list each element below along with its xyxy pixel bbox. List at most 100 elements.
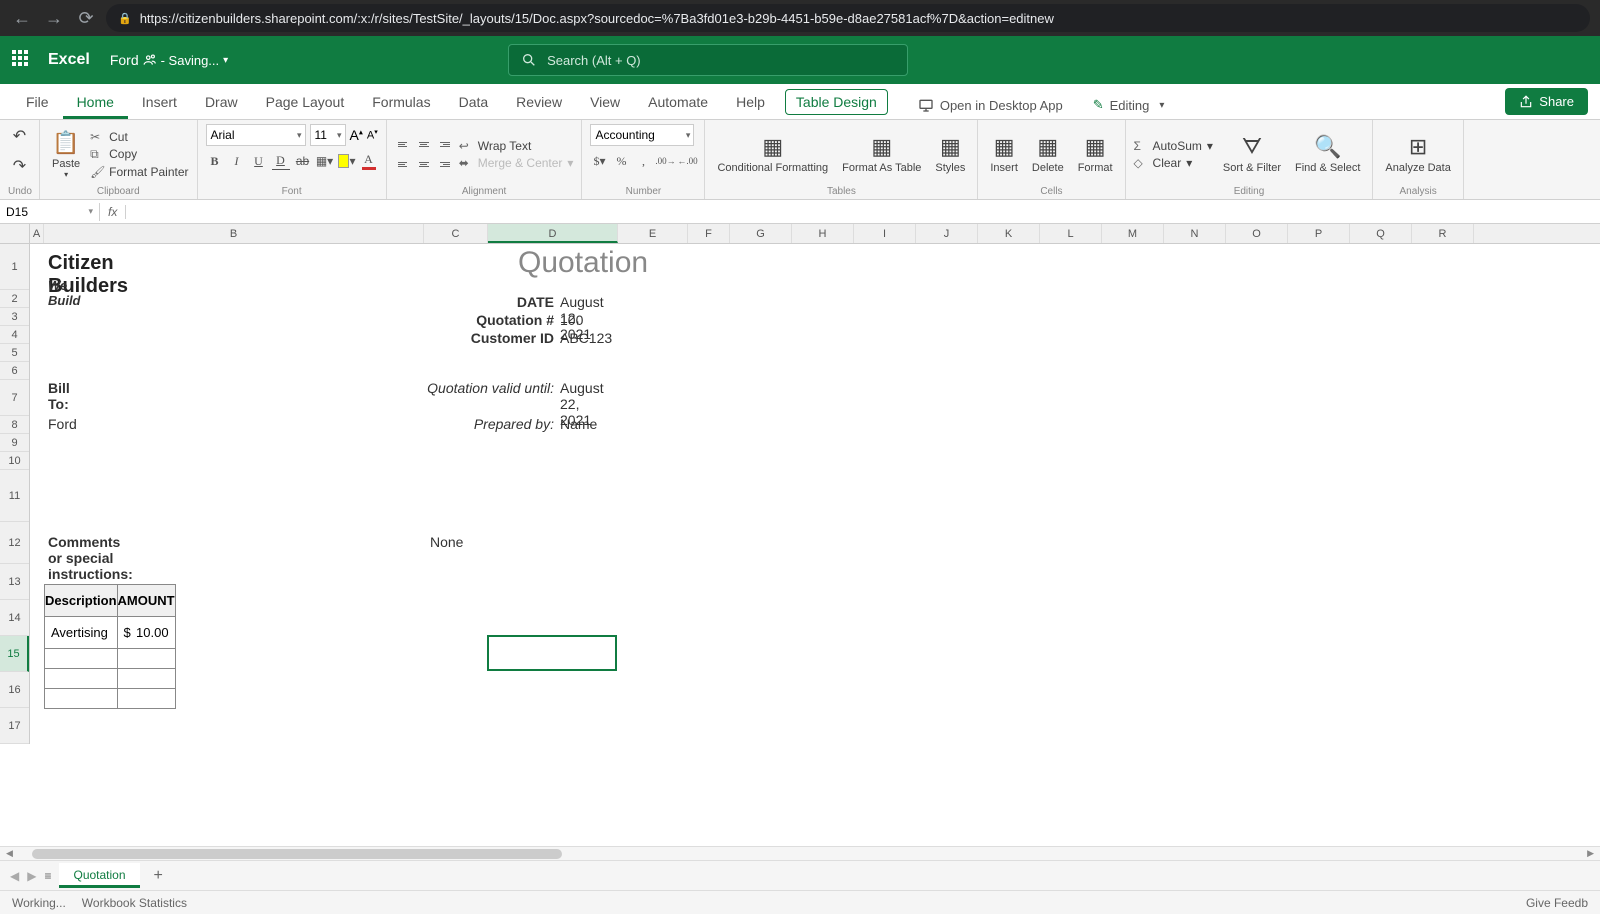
cf-icon: ▦ (762, 134, 783, 160)
select-all-corner[interactable] (0, 224, 30, 244)
ribbon-tabs: File Home Insert Draw Page Layout Formul… (0, 84, 1600, 120)
tab-home[interactable]: Home (63, 86, 128, 119)
add-sheet-button[interactable]: + (148, 867, 169, 885)
scroll-thumb[interactable] (32, 849, 562, 859)
decrease-decimal-button[interactable]: ←.00 (678, 152, 696, 170)
group-label-editing: Editing (1134, 184, 1365, 197)
comma-button[interactable]: , (634, 152, 652, 170)
fx-label[interactable]: fx (100, 205, 126, 219)
forward-button[interactable]: → (42, 6, 66, 30)
tab-formulas[interactable]: Formulas (358, 86, 444, 119)
th-description: Description (45, 585, 118, 617)
font-color-button[interactable]: A (360, 152, 378, 170)
column-headers[interactable]: ABCDEFGHIJKLMNOPQR (30, 224, 1600, 244)
chevron-down-icon: ▾ (1159, 100, 1164, 111)
cell-amount[interactable]: $10.00 (117, 617, 175, 649)
italic-button[interactable]: I (228, 152, 246, 170)
reload-button[interactable]: ⟳ (74, 6, 98, 30)
currency-button[interactable]: $▾ (590, 152, 608, 170)
browser-toolbar: ← → ⟳ 🔒 https://citizenbuilders.sharepoi… (0, 0, 1600, 36)
cell-description[interactable]: Avertising (45, 617, 118, 649)
open-in-desktop-button[interactable]: Open in Desktop App (918, 97, 1063, 119)
document-name[interactable]: Ford (110, 52, 157, 68)
format-as-table-button[interactable]: ▦Format As Table (838, 132, 925, 176)
delete-cells-button[interactable]: ▦Delete (1028, 132, 1068, 176)
tab-view[interactable]: View (576, 86, 634, 119)
cut-button[interactable]: ✂Cut (90, 130, 188, 144)
sheet-next-button[interactable]: ▶ (27, 869, 36, 883)
horizontal-scrollbar[interactable]: ◀ ▶ (0, 846, 1600, 860)
double-underline-button[interactable]: D (272, 152, 290, 170)
autosum-button[interactable]: ΣAutoSum ▾ (1134, 139, 1213, 153)
back-button[interactable]: ← (10, 6, 34, 30)
table-row[interactable]: Avertising $10.00 (45, 617, 176, 649)
tab-review[interactable]: Review (502, 86, 576, 119)
row-headers[interactable]: 1234567891011121314151617 (0, 244, 30, 744)
increase-decimal-button[interactable]: .00→ (656, 152, 674, 170)
sheet-prev-button[interactable]: ◀ (10, 869, 19, 883)
status-bar: Working... Workbook Statistics Give Feed… (0, 890, 1600, 914)
format-cells-button[interactable]: ▦Format (1074, 132, 1117, 176)
all-sheets-button[interactable]: ≡ (44, 869, 51, 883)
insert-cells-button[interactable]: ▦Insert (986, 132, 1022, 176)
borders-button[interactable]: ▦▾ (316, 152, 334, 170)
app-launcher-icon[interactable] (12, 50, 32, 70)
status-stats[interactable]: Workbook Statistics (82, 896, 187, 910)
tab-draw[interactable]: Draw (191, 86, 252, 119)
find-select-button[interactable]: 🔍Find & Select (1291, 132, 1364, 176)
th-amount: AMOUNT (117, 585, 175, 617)
address-bar[interactable]: 🔒 https://citizenbuilders.sharepoint.com… (106, 4, 1590, 32)
fill-color-button[interactable]: ▾ (338, 152, 356, 170)
date-label: DATE (424, 294, 554, 310)
sort-filter-button[interactable]: ᗊSort & Filter (1219, 132, 1285, 176)
number-format-select[interactable]: Accounting (590, 124, 694, 146)
cell-styles-button[interactable]: ▦Styles (931, 132, 969, 176)
search-box[interactable]: Search (Alt + Q) (508, 44, 908, 76)
sheet-tab-quotation[interactable]: Quotation (59, 863, 139, 888)
wrap-text-button[interactable]: ↩Wrap Text (459, 139, 574, 153)
give-feedback-button[interactable]: Give Feedb (1526, 896, 1588, 910)
conditional-formatting-button[interactable]: ▦Conditional Formatting (713, 132, 832, 176)
wrap-icon: ↩ (459, 139, 473, 153)
table-row[interactable] (45, 649, 176, 669)
app-title-bar: Excel Ford - Saving...▾ Search (Alt + Q) (0, 36, 1600, 84)
fat-icon: ▦ (871, 134, 892, 160)
copy-button[interactable]: ⧉Copy (90, 147, 188, 162)
scroll-right-icon[interactable]: ▶ (1587, 848, 1594, 859)
table-row[interactable] (45, 669, 176, 689)
redo-button[interactable]: ↷ (9, 154, 30, 178)
tab-insert[interactable]: Insert (128, 86, 191, 119)
font-name-select[interactable]: Arial (206, 124, 306, 146)
formula-input[interactable] (126, 210, 1600, 214)
scroll-left-icon[interactable]: ◀ (6, 848, 13, 859)
name-box[interactable]: D15 (0, 203, 100, 221)
brush-icon: 🖌 (90, 165, 104, 179)
clear-button[interactable]: ◇Clear ▾ (1134, 156, 1213, 170)
format-painter-button[interactable]: 🖌Format Painter (90, 165, 188, 179)
analyze-data-button[interactable]: ⊞Analyze Data (1381, 132, 1454, 176)
bold-button[interactable]: B (206, 152, 224, 170)
tab-data[interactable]: Data (445, 86, 503, 119)
tab-file[interactable]: File (12, 86, 63, 119)
spreadsheet-grid[interactable]: ABCDEFGHIJKLMNOPQR 123456789101112131415… (0, 224, 1600, 846)
percent-button[interactable]: % (612, 152, 630, 170)
font-size-select[interactable]: 11 (310, 124, 346, 146)
table-row[interactable] (45, 689, 176, 709)
strikethrough-button[interactable]: ab (294, 152, 312, 170)
undo-button[interactable]: ↶ (9, 124, 30, 148)
group-label-analysis: Analysis (1381, 184, 1454, 197)
alignment-grid[interactable] (395, 135, 453, 173)
share-button[interactable]: Share (1505, 88, 1588, 115)
grow-font-button[interactable]: A▴ (350, 127, 363, 143)
group-label-font: Font (206, 184, 378, 197)
editing-mode-button[interactable]: ✎ Editing ▾ (1093, 97, 1165, 119)
merge-center-button: ⬌Merge & Center ▾ (459, 156, 574, 170)
underline-button[interactable]: U (250, 152, 268, 170)
tab-help[interactable]: Help (722, 86, 779, 119)
tab-page-layout[interactable]: Page Layout (252, 86, 359, 119)
shrink-font-button[interactable]: A▾ (367, 128, 378, 142)
tab-table-design[interactable]: Table Design (785, 89, 888, 115)
tab-automate[interactable]: Automate (634, 86, 722, 119)
paste-button[interactable]: 📋 Paste ▾ (48, 128, 84, 181)
quotation-table[interactable]: Description AMOUNT Avertising $10.00 (44, 584, 176, 709)
